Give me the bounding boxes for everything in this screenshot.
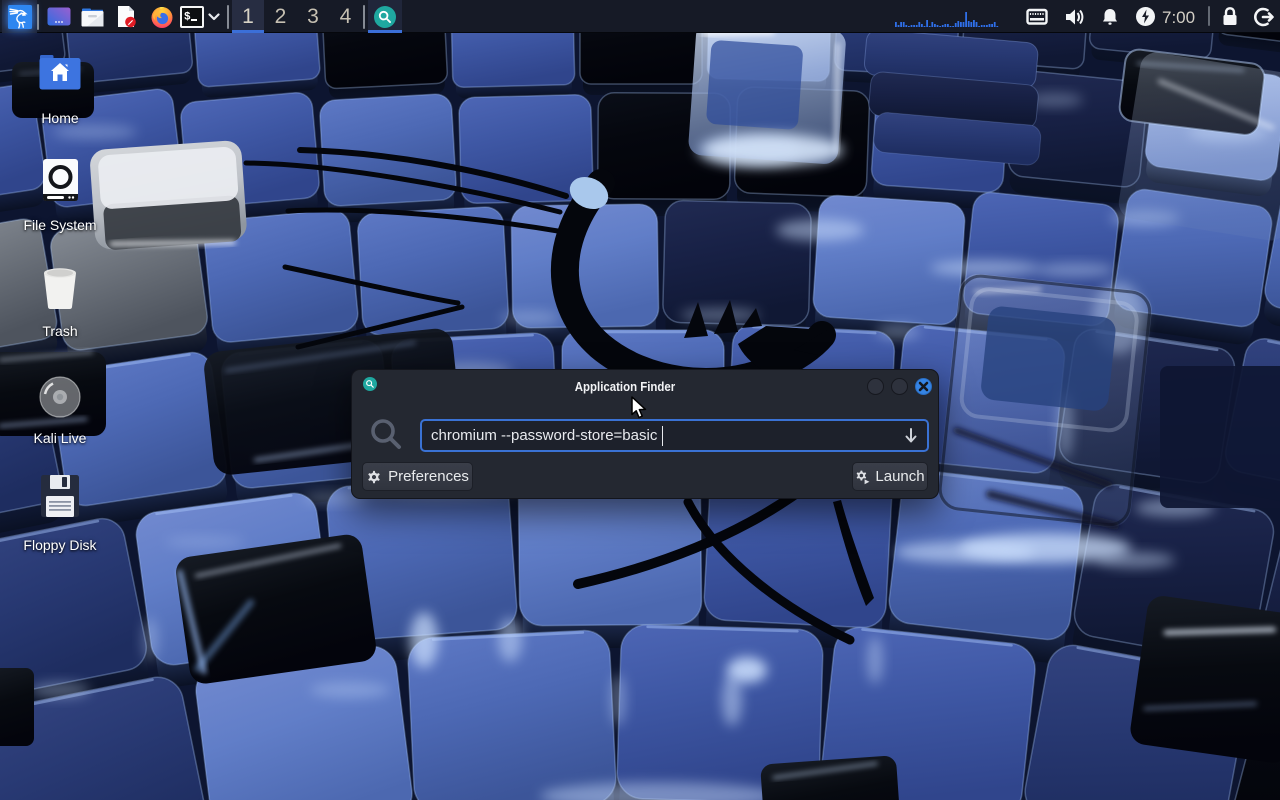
- svg-text:$: $: [184, 12, 191, 24]
